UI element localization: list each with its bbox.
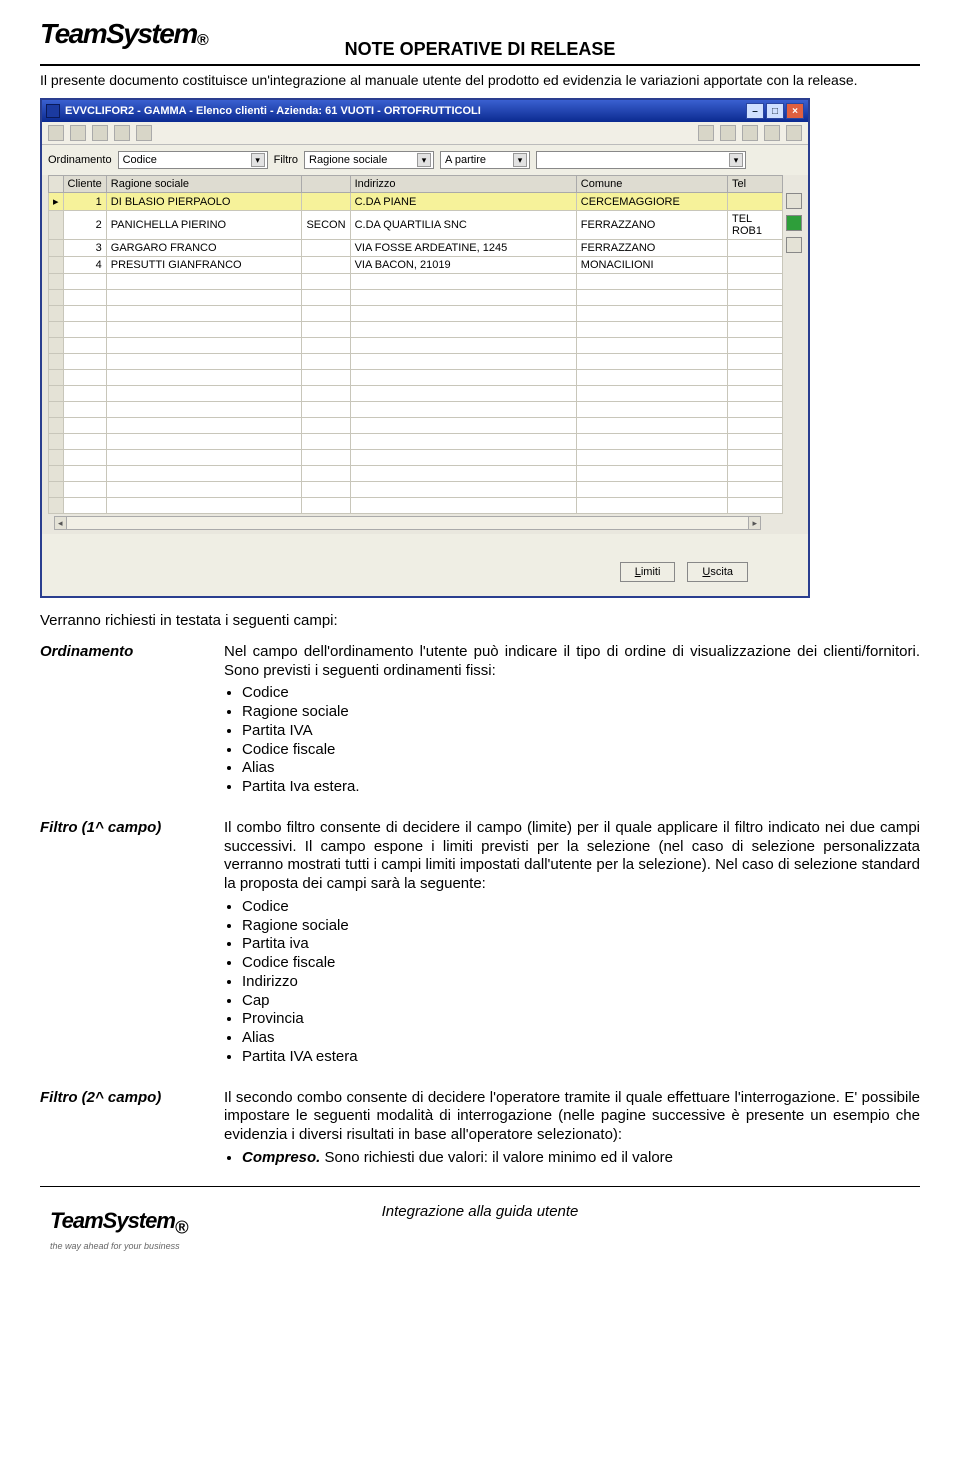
titlebar: EVVCLIFOR2 - GAMMA - Elenco clienti - Az…	[42, 100, 808, 122]
footer-text: Integrazione alla guida utente	[382, 1203, 579, 1220]
chevron-down-icon: ▾	[729, 153, 743, 167]
table-row[interactable]	[49, 386, 783, 402]
chevron-down-icon: ▾	[417, 153, 431, 167]
def-desc: Nel campo dell'ordinamento l'utente può …	[224, 643, 920, 797]
side-icon-3[interactable]	[786, 237, 802, 253]
col-cliente[interactable]: Cliente	[63, 176, 106, 193]
table-row[interactable]	[49, 450, 783, 466]
list-item: Codice fiscale	[242, 741, 920, 760]
table-row[interactable]: 2PANICHELLA PIERINOSECONC.DA QUARTILIA S…	[49, 211, 783, 240]
table-row[interactable]	[49, 322, 783, 338]
def-desc: Il secondo combo consente di decidere l'…	[224, 1089, 920, 1168]
page-subtitle: Il presente documento costituisce un'int…	[40, 72, 920, 88]
maximize-button[interactable]: □	[766, 103, 784, 119]
window-title: EVVCLIFOR2 - GAMMA - Elenco clienti - Az…	[65, 105, 481, 117]
list-item: Codice	[242, 684, 920, 703]
def-term: Filtro (1^ campo)	[40, 819, 210, 1067]
list-item: Compreso. Sono richiesti due valori: il …	[242, 1149, 920, 1168]
table-row[interactable]	[49, 290, 783, 306]
table-row[interactable]	[49, 354, 783, 370]
list-item: Ragione sociale	[242, 917, 920, 936]
table-row[interactable]: ▸1DI BLASIO PIERPAOLOC.DA PIANECERCEMAGG…	[49, 193, 783, 211]
def-term: Ordinamento	[40, 643, 210, 797]
ord-label: Ordinamento	[48, 154, 112, 166]
list-item: Indirizzo	[242, 973, 920, 992]
ord-value: Codice	[123, 154, 157, 166]
def-desc: Il combo filtro consente di decidere il …	[224, 819, 920, 1067]
table-row[interactable]	[49, 338, 783, 354]
footer-tagline: the way ahead for your business	[50, 1241, 180, 1251]
list-item: Partita iva	[242, 935, 920, 954]
operator-value: A partire	[445, 154, 486, 166]
logo-reg: ®	[197, 32, 207, 49]
filtro-label: Filtro	[274, 154, 298, 166]
list-item: Cap	[242, 992, 920, 1011]
scroll-right-icon[interactable]: ▸	[749, 518, 760, 529]
h-scrollbar[interactable]: ◂ ▸	[54, 516, 761, 530]
tb-icon-3[interactable]	[92, 125, 108, 141]
list-item: Partita IVA estera	[242, 1048, 920, 1067]
tb-icon-search-icon[interactable]	[720, 125, 736, 141]
tb-icon-1[interactable]	[48, 125, 64, 141]
list-item: Partita Iva estera.	[242, 778, 920, 797]
minimize-button[interactable]: –	[746, 103, 764, 119]
operator-combo[interactable]: A partire ▾	[440, 151, 530, 169]
filtro-value: Ragione sociale	[309, 154, 387, 166]
tb-icon-chevron-icon[interactable]	[698, 125, 714, 141]
tb-icon-refresh-icon[interactable]	[764, 125, 780, 141]
footer-logo: TeamSystem®	[50, 1210, 187, 1237]
toolbar	[42, 122, 808, 145]
col-indirizzo[interactable]: Indirizzo	[350, 176, 576, 193]
filter-bar: Ordinamento Codice ▾ Filtro Ragione soci…	[42, 145, 808, 175]
app-window: EVVCLIFOR2 - GAMMA - Elenco clienti - Az…	[40, 98, 810, 598]
table-row[interactable]	[49, 434, 783, 450]
list-item: Partita IVA	[242, 722, 920, 741]
side-icon-1[interactable]	[786, 193, 802, 209]
list-item: Codice fiscale	[242, 954, 920, 973]
col-ragione[interactable]: Ragione sociale	[106, 176, 302, 193]
list-item: Provincia	[242, 1010, 920, 1029]
tb-icon-more-icon[interactable]	[786, 125, 802, 141]
table-row[interactable]	[49, 402, 783, 418]
table-row[interactable]: 3GARGARO FRANCOVIA FOSSE ARDEATINE, 1245…	[49, 240, 783, 257]
col-tel[interactable]: Tel	[728, 176, 783, 193]
table-row[interactable]	[49, 466, 783, 482]
ord-combo[interactable]: Codice ▾	[118, 151, 268, 169]
footer-divider	[40, 1186, 920, 1187]
divider	[40, 64, 920, 66]
uscita-button[interactable]: Uscita	[687, 562, 748, 582]
scroll-left-icon[interactable]: ◂	[55, 518, 66, 529]
table-row[interactable]	[49, 498, 783, 514]
close-button[interactable]: ×	[786, 103, 804, 119]
col-extra[interactable]	[302, 176, 350, 193]
chevron-down-icon: ▾	[513, 153, 527, 167]
search-field[interactable]: ▾	[536, 151, 746, 169]
col-comune[interactable]: Comune	[576, 176, 727, 193]
footer: TeamSystem® the way ahead for your busin…	[40, 1191, 920, 1233]
tb-icon-2[interactable]	[70, 125, 86, 141]
limiti-button[interactable]: Limiti	[620, 562, 676, 582]
table-row[interactable]	[49, 482, 783, 498]
table-row[interactable]	[49, 370, 783, 386]
table-row[interactable]	[49, 274, 783, 290]
table-row[interactable]: 4PRESUTTI GIANFRANCOVIA BACON, 21019MONA…	[49, 257, 783, 274]
grid-header-row: Cliente Ragione sociale Indirizzo Comune…	[49, 176, 783, 193]
chevron-down-icon: ▾	[251, 153, 265, 167]
def-term: Filtro (2^ campo)	[40, 1089, 210, 1168]
table-row[interactable]	[49, 418, 783, 434]
logo-text: TeamSystem	[40, 18, 197, 49]
app-icon	[46, 104, 60, 118]
list-item: Alias	[242, 759, 920, 778]
data-grid[interactable]: Cliente Ragione sociale Indirizzo Comune…	[48, 175, 783, 514]
table-row[interactable]	[49, 306, 783, 322]
list-item: Alias	[242, 1029, 920, 1048]
list-item: Ragione sociale	[242, 703, 920, 722]
intro-text: Verranno richiesti in testata i seguenti…	[40, 612, 920, 631]
tb-icon-help-icon[interactable]	[742, 125, 758, 141]
side-icon-excel-icon[interactable]	[786, 215, 802, 231]
filtro-combo[interactable]: Ragione sociale ▾	[304, 151, 434, 169]
tb-icon-4[interactable]	[114, 125, 130, 141]
tb-icon-5[interactable]	[136, 125, 152, 141]
list-item: Codice	[242, 898, 920, 917]
